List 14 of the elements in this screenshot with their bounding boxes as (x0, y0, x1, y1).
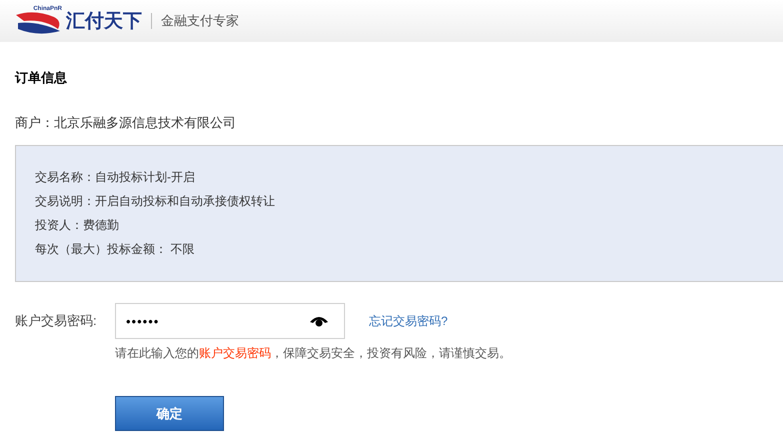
section-title: 订单信息 (15, 70, 68, 86)
detail-line: 交易说明：开启自动投标和自动承接债权转让 (35, 193, 276, 209)
password-hint: 请在此输入您的账户交易密码，保障交易安全，投资有风险，请谨慎交易。 (115, 345, 512, 362)
slogan: 金融支付专家 (161, 12, 239, 30)
detail-line: 每次（最大）投标金额： 不限 (35, 241, 196, 257)
password-label: 账户交易密码: (15, 312, 98, 330)
confirm-button[interactable]: 确定 (115, 396, 224, 431)
password-field[interactable]: •••••• (115, 303, 345, 339)
detail-line: 投资人：费德勤 (35, 217, 120, 233)
eye-icon[interactable] (309, 315, 329, 327)
brand-name: 汇付天下 (66, 12, 142, 30)
detail-line: 交易名称：自动投标计划-开启 (35, 169, 196, 185)
merchant-name: 商户：北京乐融多源信息技术有限公司 (15, 115, 237, 131)
forgot-password-link[interactable]: 忘记交易密码? (369, 312, 448, 330)
